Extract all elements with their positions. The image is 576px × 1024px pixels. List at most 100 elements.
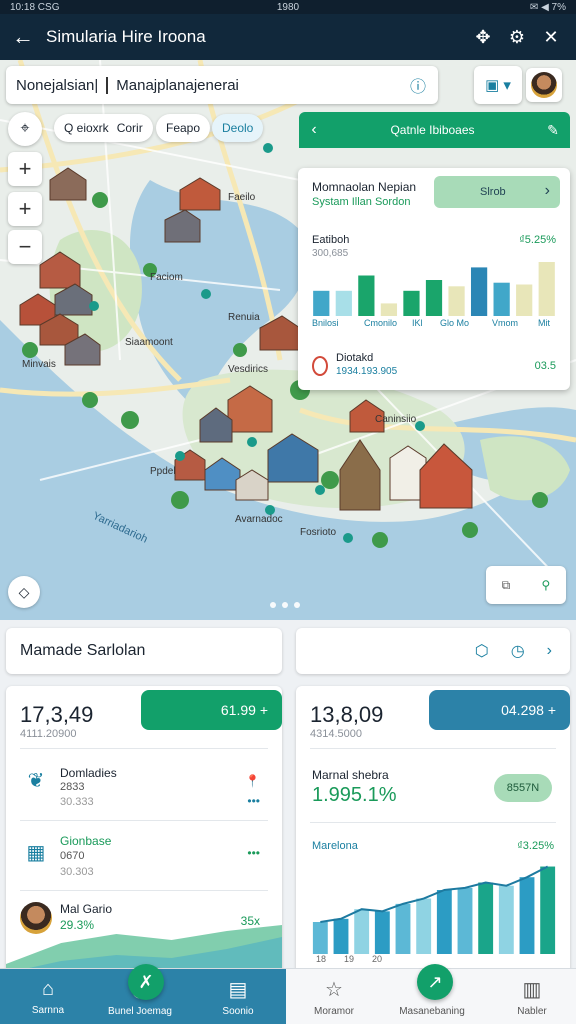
chart-bar	[519, 877, 535, 954]
overlay-action-button[interactable]: Slrob ›	[434, 176, 560, 208]
card-value: 17,3,49	[20, 702, 94, 727]
zoom-out-button[interactable]: −	[8, 230, 42, 264]
info-icon[interactable]: ⓘ	[398, 73, 438, 97]
map-label: Avarnadoc	[235, 514, 283, 525]
row-sub: 0670	[60, 850, 85, 862]
locate-icon[interactable]: ⌖	[8, 112, 42, 146]
edit-icon[interactable]: ✎	[536, 122, 570, 139]
row-sub2: 30.303	[60, 866, 94, 878]
chip-label: Feapo	[166, 121, 201, 135]
avatar[interactable]	[526, 68, 562, 102]
metric-label: Marnal shebra	[312, 768, 389, 782]
map-layer-controls[interactable]: ⧉ ⚲	[486, 566, 566, 604]
status-right: ✉ ◀ 7%	[529, 1, 566, 13]
compass-icon[interactable]: ◇	[8, 576, 40, 608]
card-cta-button[interactable]: 61.99 +	[141, 690, 282, 730]
search-bar[interactable]: Nonejalsian| Manajplanajenerai ⓘ	[6, 66, 438, 104]
card-cta-button[interactable]: 04.298 +	[429, 690, 570, 730]
nav-label: Moramor	[313, 1006, 354, 1017]
building-icon: ▦	[26, 841, 46, 864]
home-icon: ⌂	[41, 978, 55, 1000]
filter-icon[interactable]: ⚲	[542, 578, 551, 592]
bar-x-label: Vmom	[492, 318, 519, 328]
chart-title: Marelona	[312, 840, 358, 852]
bar-x-label: Glo Mo	[440, 318, 470, 328]
overlay-title: Qatnle Ibiboaes	[390, 123, 475, 137]
search-input[interactable]: Manajplanajenerai	[108, 77, 398, 94]
row-title: Mal Gario	[60, 902, 113, 916]
chart-bar	[498, 885, 514, 954]
overlay-bar-chart	[313, 262, 555, 316]
nav-label: Nabler	[517, 1006, 547, 1017]
footer-title: Diotakd	[336, 352, 374, 364]
row-sub2: 30.333	[60, 796, 94, 808]
back-arrow-icon[interactable]: ←	[0, 14, 46, 60]
leaf-icon: ❦	[27, 769, 45, 792]
chart-bar	[312, 922, 328, 954]
chart-bar	[395, 903, 411, 954]
location-pin-icon	[312, 356, 328, 376]
nav-notes[interactable]: ▥ Nabler	[484, 969, 576, 1024]
calendar-icon: ▣ ▾	[485, 77, 511, 94]
chevron-right-icon[interactable]: ›	[547, 642, 552, 660]
section-controls: ⬡ ◷ ›	[296, 628, 570, 674]
trend-bar-chart	[312, 865, 556, 954]
layers-icon[interactable]: ⧉	[502, 578, 511, 593]
chip-label: Q eioxrk	[64, 121, 109, 135]
more-icon[interactable]: •••	[247, 794, 260, 808]
nav-label: Soonio	[222, 1006, 254, 1017]
nav-home[interactable]: ⌂ Sarnna	[0, 969, 96, 1024]
more-icon[interactable]: •••	[247, 846, 260, 860]
chevron-left-icon[interactable]: ‹	[299, 121, 329, 139]
star-icon: ☆	[325, 979, 343, 1001]
timer-icon[interactable]: ◷	[511, 641, 525, 661]
chart-bar	[354, 909, 370, 954]
chart-bar	[333, 918, 349, 954]
nav-label: Bunel Joemag	[108, 1006, 172, 1017]
map-label: Fosrioto	[300, 527, 337, 538]
cta-label: 04.298 +	[501, 702, 556, 718]
card-value-sub: 4111.20900	[20, 728, 77, 740]
map-label: Vesdirics	[228, 364, 268, 375]
app-header: ← Simularia Hire Iroona ✥ ⚙ ✕	[0, 14, 576, 60]
chip-active[interactable]: Deolo	[212, 114, 264, 142]
chart-x-axis: 18 19 20	[316, 954, 382, 964]
chip-filter[interactable]: Feapo	[156, 114, 211, 142]
chart-bar	[478, 882, 494, 954]
stats-title: Eatiboh	[312, 234, 350, 246]
footer-value: 1934.193.905	[336, 366, 398, 377]
row-sub: 2833	[60, 781, 85, 793]
stats-subtitle: 300,685	[312, 248, 349, 259]
chart-bar	[538, 262, 555, 316]
nav-schedule[interactable]: ▤ Soonio	[190, 969, 286, 1024]
status-badge[interactable]: 8557N	[494, 774, 552, 802]
chip-search[interactable]: Q eioxrk Corir	[54, 114, 153, 142]
close-icon[interactable]: ✕	[534, 14, 568, 60]
bar-x-label: IKl	[412, 318, 423, 328]
chart-bar	[374, 911, 390, 954]
overlay-header[interactable]: ‹ Qatnle Ibiboaes ✎	[299, 112, 570, 148]
chart-bar	[425, 280, 443, 316]
map-label: Minvais	[22, 359, 56, 370]
x-tick: 19	[344, 954, 355, 964]
navigate-fab-icon[interactable]: ↗	[417, 964, 453, 1000]
nav-label: Sarnna	[31, 1005, 65, 1016]
x-tick: 20	[372, 954, 383, 964]
bar-x-label: Bnilosi	[312, 318, 339, 328]
calendar-button[interactable]: ▣ ▾	[474, 66, 522, 104]
nav-favorites[interactable]: ☆ Moramor	[286, 969, 382, 1024]
page-indicator[interactable]	[270, 602, 300, 608]
settings-icon[interactable]: ⚙	[500, 14, 534, 60]
overlay-action-label: Slrob	[480, 186, 506, 198]
footer-right-value[interactable]: 03.5	[535, 360, 556, 372]
zoom-in-alt-button[interactable]: +	[8, 192, 42, 226]
drone-icon[interactable]: ✥	[466, 14, 500, 60]
bar-x-label: Mit	[538, 318, 550, 328]
search-scope[interactable]: Nonejalsian|	[6, 76, 109, 94]
nav-label: Masanebaning	[399, 1006, 465, 1017]
zoom-in-button[interactable]: +	[8, 152, 42, 186]
explore-fab-icon[interactable]: ✗	[128, 964, 164, 1000]
map-label: Ppdel	[150, 466, 176, 477]
bookmark-icon[interactable]: ⬡	[475, 641, 489, 661]
pin-icon[interactable]: 📍	[245, 774, 260, 788]
